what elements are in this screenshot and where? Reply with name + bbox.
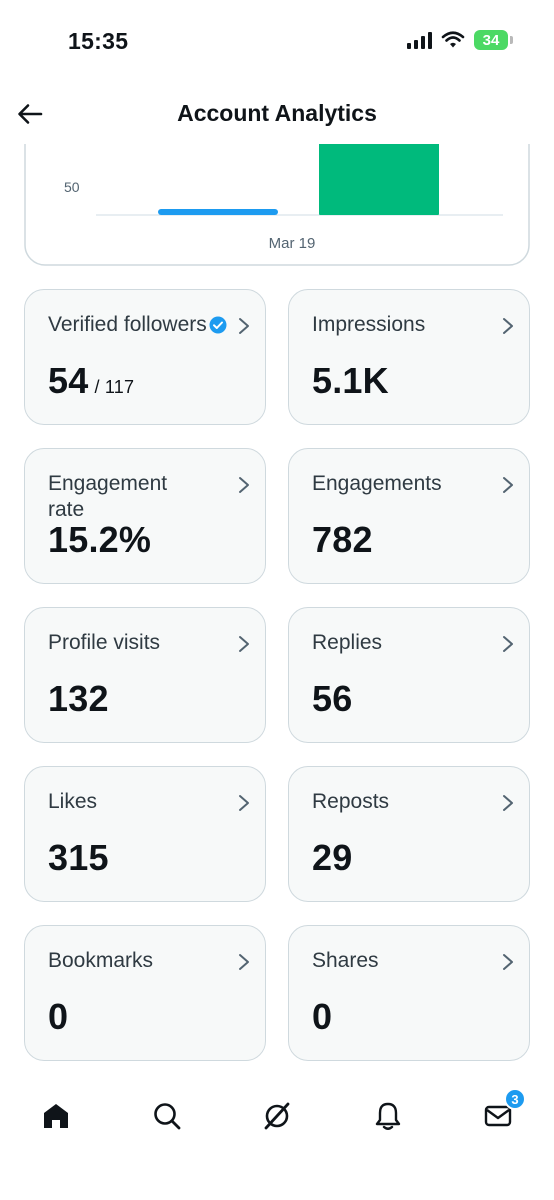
metric-card-impressions[interactable]: Impressions 5.1K	[288, 289, 530, 425]
status-bar: 15:35 34	[0, 0, 554, 80]
metric-value: 132	[48, 678, 109, 720]
chart-bar-2	[319, 144, 439, 215]
metric-value-number: 0	[48, 996, 69, 1037]
metric-card-verified-followers[interactable]: Verified followers 54/ 117	[24, 289, 266, 425]
metric-value-number: 315	[48, 837, 109, 878]
metric-label: Engagements	[312, 472, 442, 495]
metric-value-number: 29	[312, 837, 353, 878]
chevron-right-icon	[501, 475, 515, 495]
metric-value: 56	[312, 678, 352, 720]
chevron-right-icon	[501, 793, 515, 813]
grok-icon	[264, 1102, 290, 1130]
metric-value: 0	[312, 996, 332, 1038]
metric-total: / 117	[94, 377, 135, 397]
bottom-nav: 3	[0, 1080, 554, 1152]
metric-card-likes[interactable]: Likes 315	[24, 766, 266, 902]
metric-label: Impressions	[312, 313, 426, 336]
metric-label: Profile visits	[48, 631, 161, 654]
search-icon	[153, 1103, 180, 1130]
metric-label: Likes	[48, 790, 98, 813]
metric-card-replies[interactable]: Replies 56	[288, 607, 530, 743]
chart-ytick-label: 50	[64, 179, 80, 195]
metric-value-number: 15.2%	[48, 519, 152, 560]
battery-icon: 34	[474, 30, 513, 50]
metric-value: 5.1K	[312, 360, 389, 402]
metric-value-number: 0	[312, 996, 333, 1037]
metric-value: 29	[312, 837, 352, 879]
chart-bar-1	[158, 209, 278, 215]
cellular-signal-icon	[407, 31, 432, 49]
battery-level: 34	[482, 31, 500, 49]
chevron-right-icon	[237, 952, 251, 972]
status-time: 15:35	[68, 28, 129, 54]
status-icons: 34	[407, 30, 513, 50]
metric-value-number: 56	[312, 678, 353, 719]
metric-label: Engagement rate	[48, 472, 168, 521]
nav-grok[interactable]	[259, 1098, 295, 1134]
metric-card-shares[interactable]: Shares 0	[288, 925, 530, 1061]
metric-value: 0	[48, 996, 68, 1038]
metric-label: Reposts	[312, 790, 390, 813]
bell-icon	[375, 1102, 400, 1130]
chevron-right-icon	[237, 634, 251, 654]
chevron-right-icon	[501, 952, 515, 972]
metric-value: 782	[312, 519, 373, 561]
verified-badge-icon	[209, 316, 227, 334]
metric-card-reposts[interactable]: Reposts 29	[288, 766, 530, 902]
metrics-grid: Verified followers 54/ 117 Impressions 5.1K…	[24, 289, 530, 1061]
nav-messages[interactable]: 3	[480, 1088, 526, 1134]
chevron-right-icon	[501, 634, 515, 654]
metric-value: 54/ 117	[48, 360, 134, 402]
metric-card-bookmarks[interactable]: Bookmarks 0	[24, 925, 266, 1061]
home-icon	[44, 1104, 68, 1128]
metric-value-number: 782	[312, 519, 373, 560]
metric-label: Shares	[312, 949, 379, 972]
chevron-right-icon	[501, 316, 515, 336]
nav-search[interactable]	[149, 1098, 185, 1134]
chevron-right-icon	[237, 475, 251, 495]
metric-label: Bookmarks	[48, 949, 154, 972]
wifi-icon	[441, 31, 465, 48]
chart-viewport: 50 Mar 19	[0, 144, 554, 274]
chart: 50 Mar 19	[24, 144, 530, 266]
metric-value: 315	[48, 837, 109, 879]
metric-value: 15.2%	[48, 519, 151, 561]
metric-card-profile-visits[interactable]: Profile visits 132	[24, 607, 266, 743]
metric-value-number: 54	[48, 360, 89, 401]
metric-value-number: 132	[48, 678, 109, 719]
page-title: Account Analytics	[177, 100, 377, 126]
metric-label: Replies	[312, 631, 383, 654]
messages-badge: 3	[504, 1088, 526, 1110]
nav-home[interactable]	[38, 1098, 74, 1134]
metric-label: Verified followers	[48, 313, 207, 336]
chevron-right-icon	[237, 793, 251, 813]
metric-value-number: 5.1K	[312, 360, 389, 401]
metric-card-engagement-rate[interactable]: Engagement rate 15.2%	[24, 448, 266, 584]
header: Account Analytics	[0, 90, 554, 140]
nav-notifications[interactable]	[370, 1098, 406, 1134]
chart-xtick-label: Mar 19	[269, 235, 316, 252]
chevron-right-icon	[237, 316, 251, 336]
metric-card-engagements[interactable]: Engagements 782	[288, 448, 530, 584]
